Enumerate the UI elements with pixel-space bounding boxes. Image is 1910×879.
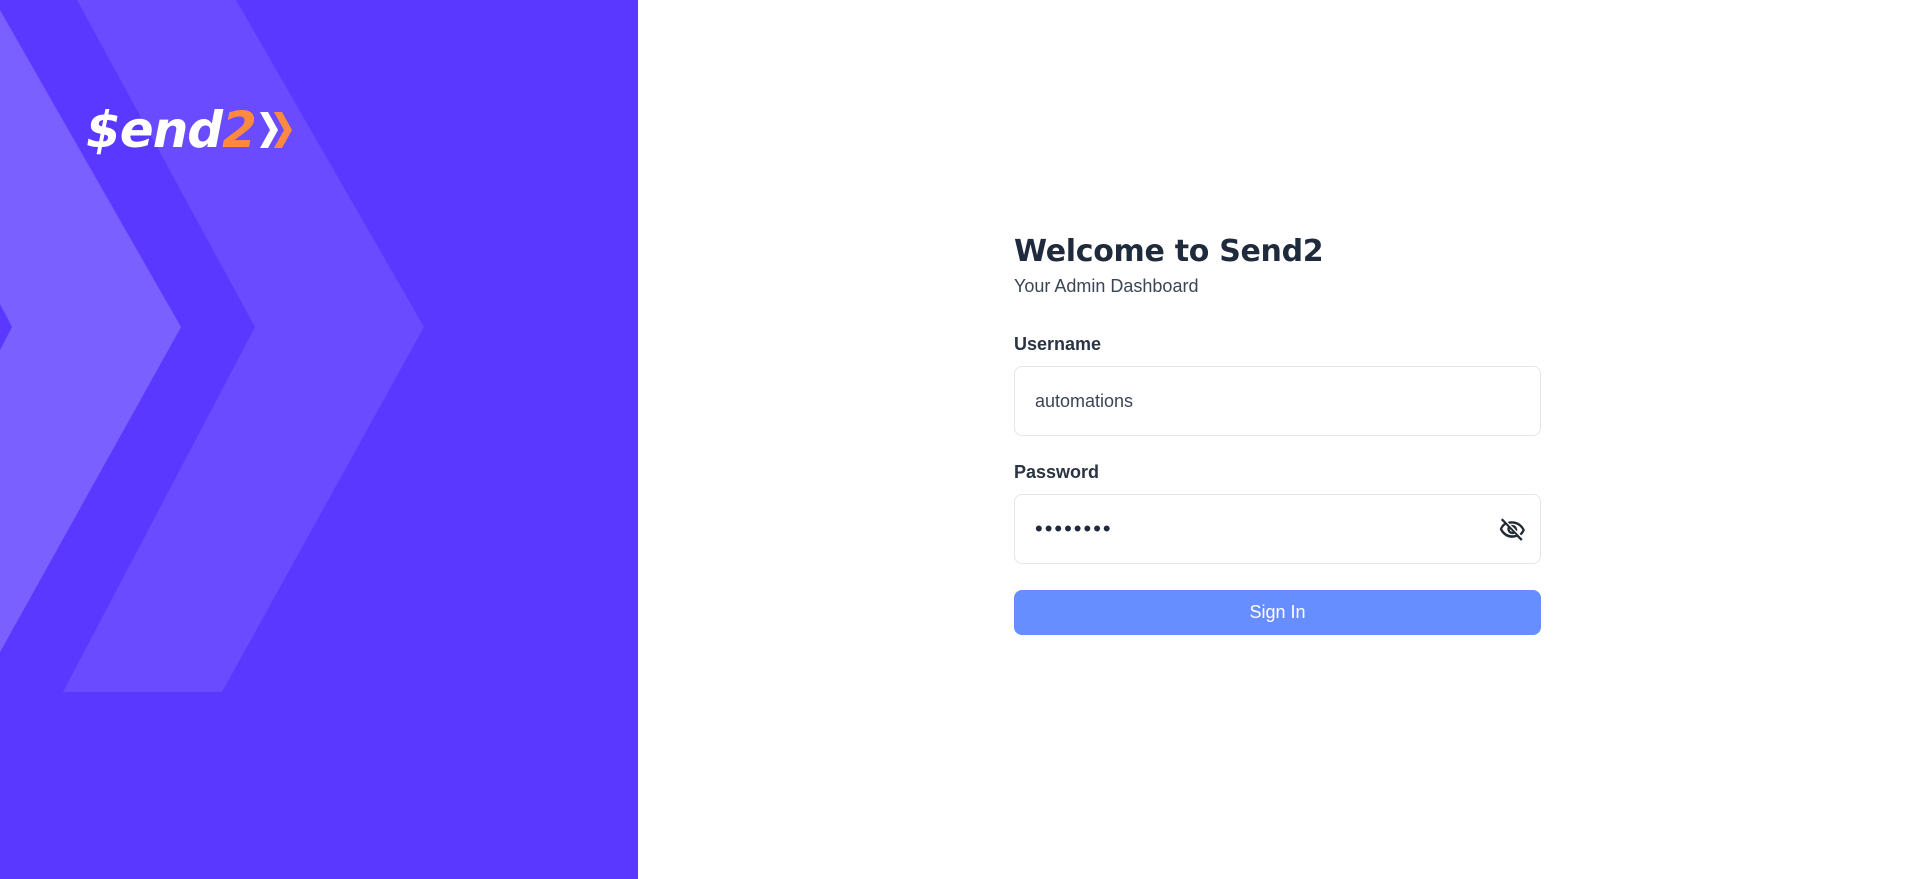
double-chevron-icon [259, 112, 292, 148]
login-page: $end 2 Welcome to Send2 Your Admin Dashbo… [0, 0, 1910, 879]
logo-wordmark: $end [86, 101, 223, 159]
page-subtitle: Your Admin Dashboard [1014, 276, 1199, 296]
username-label: Username [1014, 334, 1102, 354]
page-title: Welcome to Send2 [1014, 234, 1324, 269]
form-area: Welcome to Send2 Your Admin Dashboard Us… [638, 0, 1910, 879]
brand-panel: $end 2 [0, 0, 638, 879]
password-label: Password [1014, 462, 1100, 482]
username-field-wrapper [1014, 366, 1541, 436]
logo-accent-digit: 2 [222, 101, 257, 159]
send2-logo: $end 2 [86, 104, 292, 156]
password-input[interactable] [1015, 495, 1540, 563]
username-input[interactable] [1015, 367, 1540, 435]
eye-off-icon [1499, 518, 1525, 541]
password-field-wrapper [1014, 494, 1541, 564]
sign-in-button[interactable]: Sign In [1014, 590, 1541, 635]
toggle-password-visibility-button[interactable] [1498, 516, 1526, 544]
login-form: Welcome to Send2 Your Admin Dashboard Us… [1014, 232, 1541, 635]
